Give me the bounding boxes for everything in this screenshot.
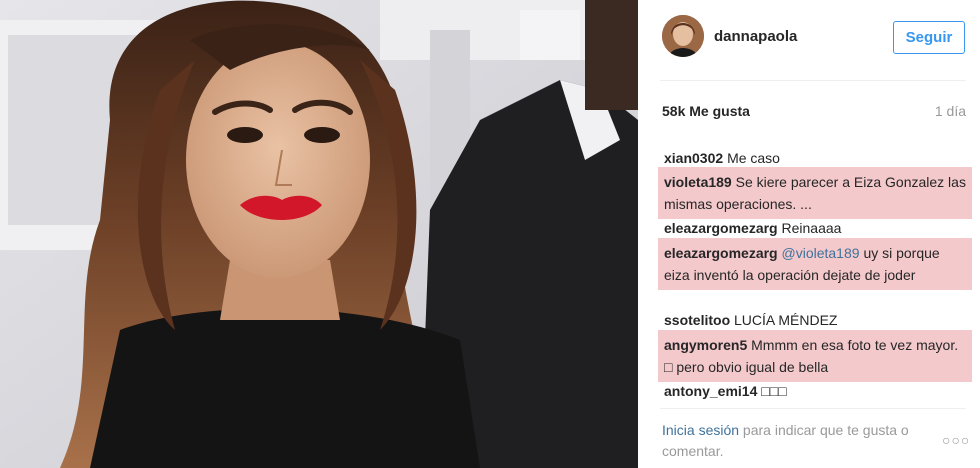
avatar-image — [662, 15, 704, 57]
comment-username[interactable]: eleazargomezarg — [664, 220, 778, 236]
comment-item-highlighted: angymoren5 Mmmm en esa foto te vez mayor… — [658, 330, 972, 382]
comment-username[interactable]: eleazargomezarg — [664, 245, 778, 261]
comment-username[interactable]: xian0302 — [664, 150, 723, 166]
login-link[interactable]: Inicia sesión — [662, 422, 739, 438]
login-prompt: Inicia sesión para indicar que te gusta … — [662, 420, 962, 462]
avatar[interactable] — [662, 15, 704, 57]
comment-username[interactable]: violeta189 — [664, 174, 732, 190]
follow-button[interactable]: Seguir — [893, 21, 965, 54]
comment-item-highlighted: violeta189 Se kiere parecer a Eiza Gonza… — [658, 167, 972, 219]
photo-illustration — [0, 0, 638, 468]
header-divider — [660, 80, 966, 81]
comment-text: LUCÍA MÉNDEZ — [734, 312, 838, 328]
post-time[interactable]: 1 día — [935, 103, 966, 119]
footer-divider — [660, 408, 966, 409]
comment-item: antony_emi14 □□□ — [658, 376, 972, 406]
comment-username[interactable]: antony_emi14 — [664, 383, 757, 399]
more-options-icon[interactable]: ○○○ — [942, 432, 970, 448]
comment-mention[interactable]: @violeta189 — [782, 245, 860, 261]
comment-username[interactable]: ssotelitoo — [664, 312, 730, 328]
post-photo[interactable] — [0, 0, 638, 468]
username[interactable]: dannapaola — [714, 28, 797, 45]
comment-username[interactable]: angymoren5 — [664, 337, 747, 353]
comment-item-highlighted: eleazargomezarg @violeta189 uy si porque… — [658, 238, 972, 290]
post-header: dannapaola Seguir — [638, 0, 980, 78]
comment-text: □□□ — [761, 383, 787, 399]
comment-text: Reinaaaa — [781, 220, 842, 236]
post-sidebar: dannapaola Seguir 58k Me gusta 1 día xia… — [638, 0, 980, 468]
likes-count[interactable]: 58k Me gusta — [662, 103, 750, 119]
comment-text: Me caso — [727, 150, 780, 166]
